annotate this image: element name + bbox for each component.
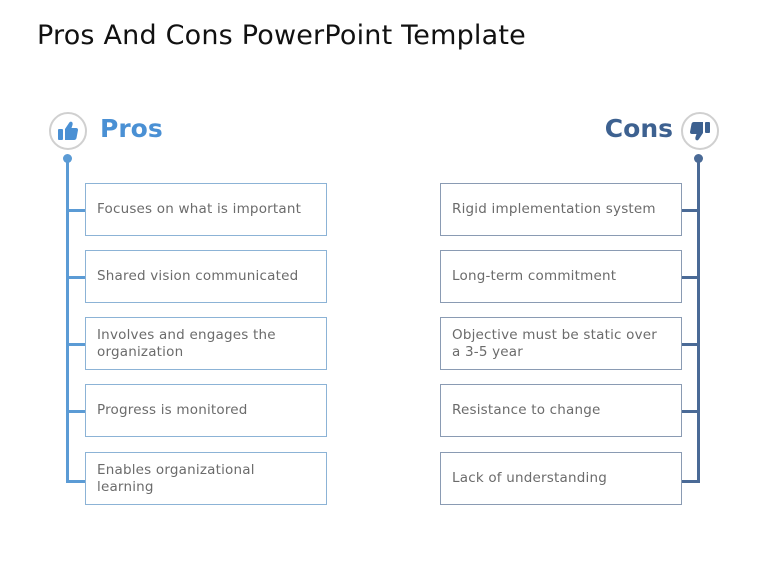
pros-timeline-line <box>66 158 69 483</box>
cons-item-text: Lack of understanding <box>452 470 607 486</box>
pros-item: Involves and engages the organization <box>85 317 327 370</box>
pros-timeline-dot <box>63 154 72 163</box>
cons-item-text: Objective must be static over a 3-5 year <box>452 326 658 360</box>
pros-connector <box>66 276 85 279</box>
cons-timeline-dot <box>694 154 703 163</box>
thumbs-down-icon <box>690 122 710 141</box>
pros-item-text: Shared vision communicated <box>97 268 299 284</box>
pros-item-text: Enables organizational learning <box>97 461 255 495</box>
slide-title: Pros And Cons PowerPoint Template <box>37 20 526 51</box>
cons-item: Resistance to change <box>440 384 682 437</box>
pros-item-text: Involves and engages the organization <box>97 326 276 360</box>
cons-item-text: Rigid implementation system <box>452 201 656 217</box>
pros-connector <box>66 343 85 346</box>
cons-icon-badge <box>681 112 719 150</box>
pros-connector <box>66 209 85 212</box>
cons-item-text: Resistance to change <box>452 402 601 418</box>
pros-connector <box>66 480 85 483</box>
cons-timeline-line <box>697 158 700 483</box>
pros-item-text: Progress is monitored <box>97 402 248 418</box>
pros-icon-badge <box>49 112 87 150</box>
pros-item-text: Focuses on what is important <box>97 201 302 217</box>
pros-item: Shared vision communicated <box>85 250 327 303</box>
cons-item-text: Long-term commitment <box>452 268 617 284</box>
pros-item: Enables organizational learning <box>85 452 327 505</box>
cons-item: Lack of understanding <box>440 452 682 505</box>
cons-item: Rigid implementation system <box>440 183 682 236</box>
pros-item: Focuses on what is important <box>85 183 327 236</box>
cons-item: Long-term commitment <box>440 250 682 303</box>
cons-heading: Cons <box>604 114 673 143</box>
thumbs-up-icon <box>58 121 78 140</box>
pros-heading: Pros <box>100 114 163 143</box>
pros-connector <box>66 410 85 413</box>
pros-item: Progress is monitored <box>85 384 327 437</box>
cons-item: Objective must be static over a 3-5 year <box>440 317 682 370</box>
